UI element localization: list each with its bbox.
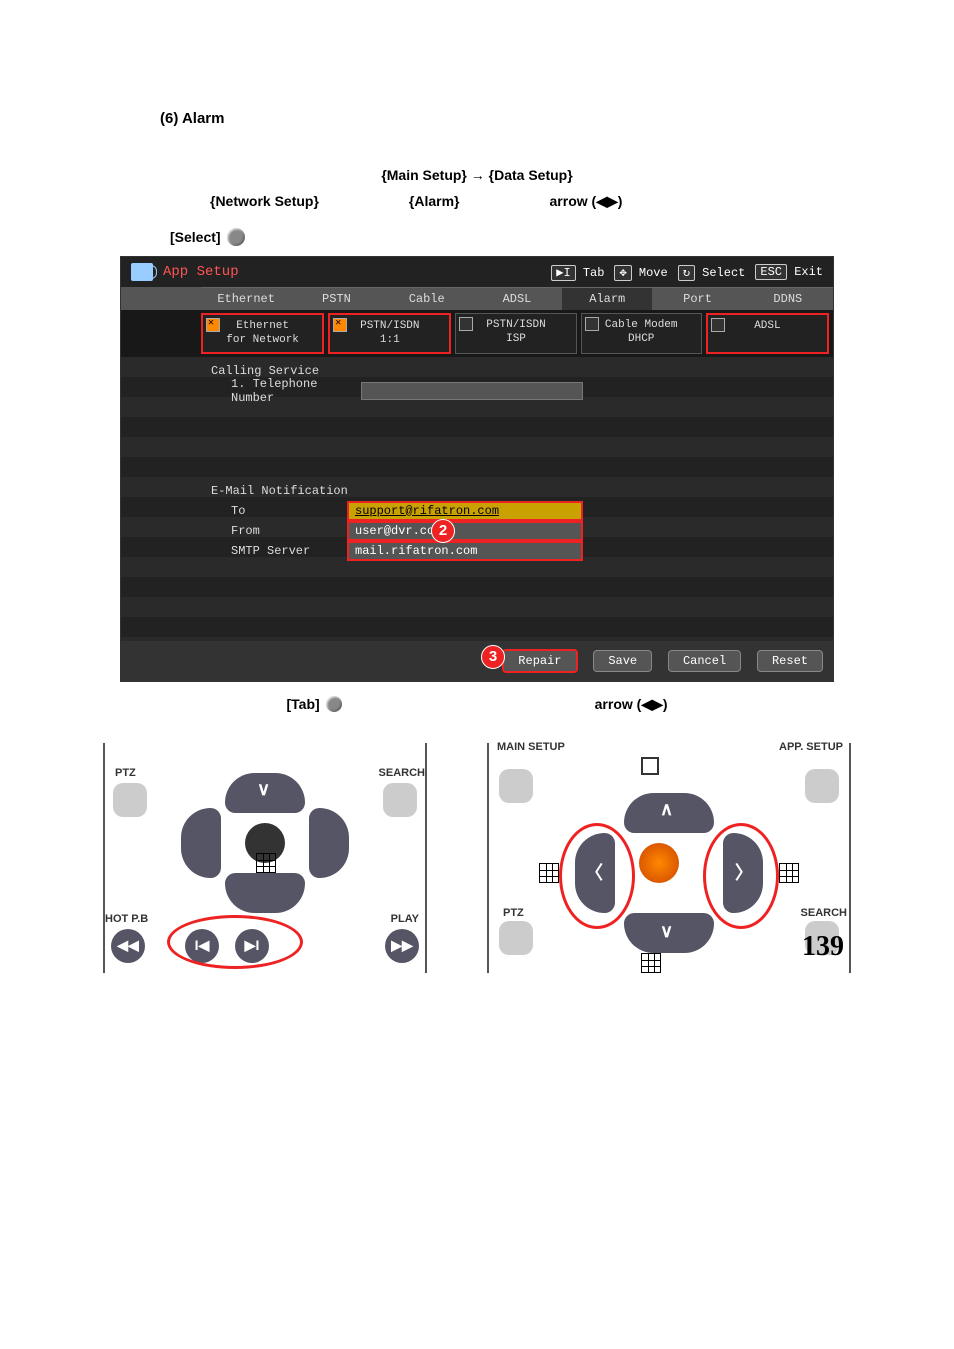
- conn-label: PSTN/ISDN: [486, 319, 545, 331]
- grid-icon-right: [779, 863, 799, 883]
- conn-pstn-isp[interactable]: PSTN/ISDN ISP: [455, 313, 576, 354]
- remote2-mainsetup-label: MAIN SETUP: [497, 741, 565, 753]
- hint-key-select: ↻: [678, 265, 695, 281]
- save-button[interactable]: Save: [593, 650, 652, 672]
- grid-icon: [256, 853, 276, 873]
- repair-button[interactable]: Repair: [502, 649, 577, 673]
- checkbox-cable-dhcp[interactable]: [585, 317, 599, 331]
- tab-ddns[interactable]: DDNS: [743, 287, 833, 310]
- remote2-appsetup-button[interactable]: [805, 769, 839, 803]
- phone-number-label: 1. Telephone Number: [231, 377, 361, 405]
- app-title: App Setup: [163, 264, 239, 280]
- email-from-label: From: [231, 524, 260, 538]
- tab-row: Ethernet PSTN Cable ADSL Alarm Port DDNS: [121, 287, 833, 310]
- tab-cable[interactable]: Cable: [382, 287, 472, 310]
- tab-adsl[interactable]: ADSL: [472, 287, 562, 310]
- remote1-search-button[interactable]: [383, 783, 417, 817]
- conn-sublabel: ISP: [506, 333, 526, 345]
- below-arrow-label: arrow (◀▶): [595, 696, 668, 713]
- remote-left: PTZ SEARCH ◀◀ HOT P.B ▶▶ PLAY ∨ I◀ ▶I: [103, 743, 427, 973]
- remote2-ptz-button[interactable]: [499, 921, 533, 955]
- dpad-down[interactable]: ∨: [624, 913, 714, 953]
- smtp-input[interactable]: mail.rifatron.com: [347, 541, 583, 561]
- tab-button-icon: [326, 696, 342, 712]
- hint-tab: Tab: [583, 266, 605, 280]
- remote1-hotpb-label: HOT P.B: [105, 913, 148, 925]
- conn-adsl[interactable]: ADSL: [706, 313, 829, 354]
- below-tab-label: [Tab]: [286, 696, 319, 712]
- remote1-ptz-label: PTZ: [115, 767, 136, 779]
- stop-icon-top: [641, 757, 659, 775]
- hint-key-move: ✥: [614, 265, 631, 281]
- nav-select: [Select]: [170, 229, 221, 245]
- app-setup-screenshot: App Setup ▶I Tab ✥ Move ↻ Select ESC Exi…: [120, 256, 834, 682]
- calling-service-title: Calling Service: [211, 364, 319, 378]
- marker-3: 3: [481, 645, 505, 669]
- conn-label: PSTN/ISDN: [360, 320, 419, 332]
- tab-alarm[interactable]: Alarm: [562, 287, 652, 310]
- marker-2: 2: [431, 519, 455, 543]
- app-logo-icon: [131, 263, 153, 281]
- remote2-appsetup-label: APP. SETUP: [779, 741, 843, 753]
- select-button-icon: [227, 228, 245, 246]
- conn-ethernet[interactable]: Ethernet for Network: [201, 313, 324, 354]
- remote1-play-label: PLAY: [391, 913, 419, 925]
- hint-select: Select: [702, 266, 745, 280]
- checkbox-pstn-11[interactable]: [333, 318, 347, 332]
- remote1-play-button[interactable]: ▶▶: [385, 929, 419, 963]
- tab-pstn[interactable]: PSTN: [291, 287, 381, 310]
- remote2-search-label: SEARCH: [801, 907, 847, 919]
- dpad-left[interactable]: [181, 808, 221, 878]
- checkbox-ethernet[interactable]: [206, 318, 220, 332]
- dpad-center-select[interactable]: [639, 843, 679, 883]
- cancel-button[interactable]: Cancel: [668, 650, 741, 672]
- remote2-mainsetup-button[interactable]: [499, 769, 533, 803]
- email-from-input[interactable]: user@dvr.com: [347, 521, 583, 541]
- conn-pstn-11[interactable]: PSTN/ISDN 1:1: [328, 313, 451, 354]
- page-number: 139: [802, 931, 844, 963]
- conn-sublabel: for Network: [226, 334, 299, 346]
- remote1-hotpb-button[interactable]: ◀◀: [111, 929, 145, 963]
- dpad-right[interactable]: [309, 808, 349, 878]
- nav-network-setup: {Network Setup}: [210, 193, 319, 210]
- conn-label: ADSL: [754, 320, 780, 332]
- email-to-input[interactable]: support@rifatron.com: [347, 501, 583, 521]
- keyboard-hints: ▶I Tab ✥ Move ↻ Select ESC Exit: [551, 265, 823, 280]
- remote2-right-ring: [703, 823, 779, 929]
- grid-icon-left: [539, 863, 559, 883]
- dpad-down[interactable]: [225, 873, 305, 913]
- remote1-highlight-ring: [167, 915, 303, 969]
- email-to-label: To: [231, 504, 245, 518]
- nav-arrow-lr-1: arrow (◀▶): [550, 193, 623, 210]
- remote2-ptz-label: PTZ: [503, 907, 524, 919]
- reset-button[interactable]: Reset: [757, 650, 823, 672]
- dpad-up[interactable]: ∨: [225, 773, 305, 813]
- remote1-search-label: SEARCH: [379, 767, 425, 779]
- hint-key-tab: ▶I: [551, 265, 575, 281]
- dpad-up[interactable]: ∧: [624, 793, 714, 833]
- checkbox-adsl[interactable]: [711, 318, 725, 332]
- tab-ethernet[interactable]: Ethernet: [201, 287, 291, 310]
- conn-label: Cable Modem: [605, 319, 678, 331]
- hint-exit: Exit: [794, 265, 823, 279]
- hint-move: Move: [639, 266, 668, 280]
- phone-number-input[interactable]: [361, 382, 583, 400]
- nav-path-line1: {Main Setup} → {Data Setup}: [100, 167, 854, 183]
- email-notif-title: E-Mail Notification: [211, 484, 348, 498]
- remote-right: MAIN SETUP APP. SETUP PTZ SEARCH ∧ ∨ 〈 〉: [487, 743, 851, 973]
- smtp-label: SMTP Server: [231, 544, 310, 558]
- remote2-left-ring: [559, 823, 635, 929]
- nav-alarm: {Alarm}: [409, 193, 460, 210]
- conn-sublabel: 1:1: [380, 334, 400, 346]
- checkbox-pstn-isp[interactable]: [459, 317, 473, 331]
- hint-key-exit: ESC: [755, 264, 787, 280]
- remote1-ptz-button[interactable]: [113, 783, 147, 817]
- grid-icon-bottom: [641, 953, 661, 973]
- section-heading: (6) Alarm: [160, 110, 854, 127]
- conn-sublabel: DHCP: [628, 333, 654, 345]
- tab-port[interactable]: Port: [652, 287, 742, 310]
- conn-label: Ethernet: [236, 320, 289, 332]
- conn-cable-dhcp[interactable]: Cable Modem DHCP: [581, 313, 702, 354]
